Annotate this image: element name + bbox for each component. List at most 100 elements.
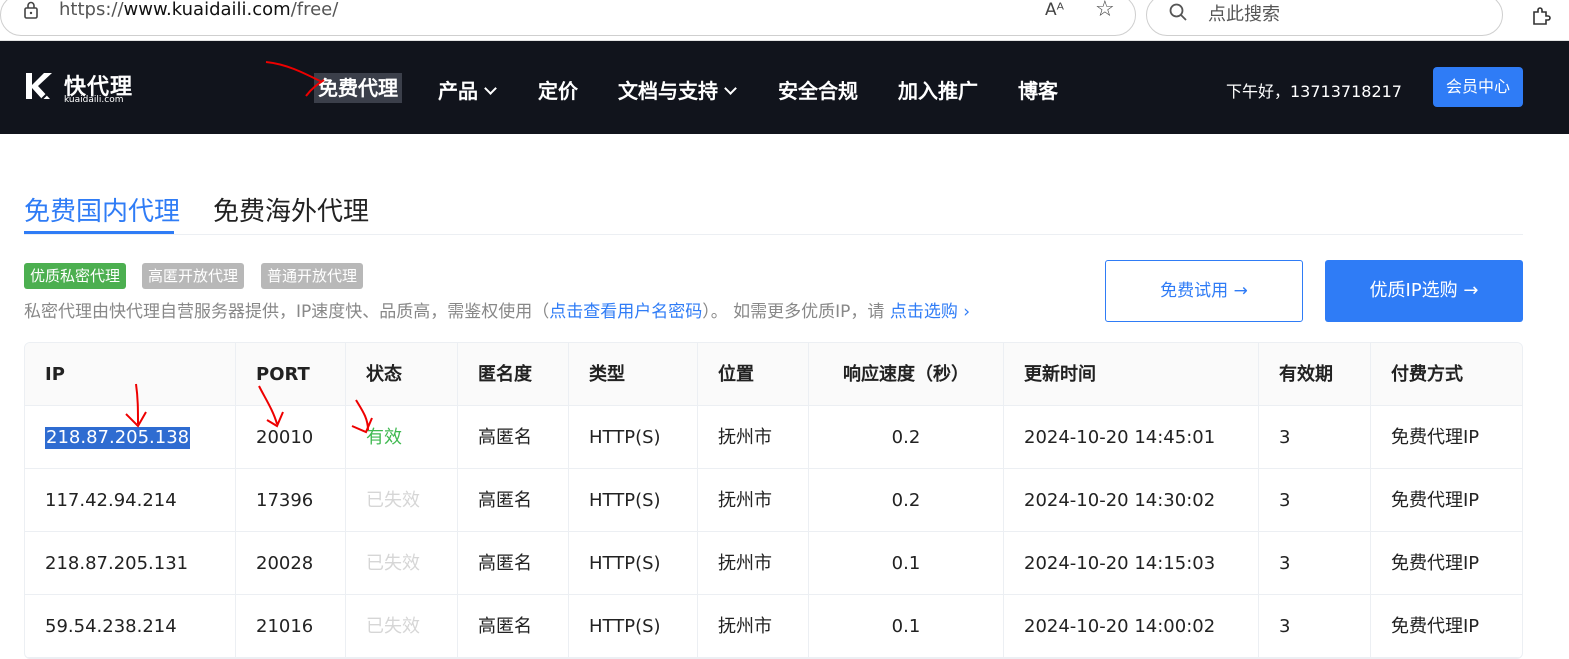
speed-cell: 0.1	[809, 595, 1004, 658]
favorite-star-icon[interactable]: ☆	[1095, 0, 1115, 22]
header-payment: 付费方式	[1391, 364, 1463, 385]
validity-cell: 3	[1259, 406, 1371, 469]
updated-cell: 2024-10-20 14:00:02	[1004, 595, 1259, 658]
ip-cell[interactable]: 59.54.238.214	[25, 595, 236, 658]
chevron-down-icon	[724, 82, 737, 95]
table-header-row: IP PORT 状态 匿名度 类型 位置 响应速度（秒） 更新时间 有效期 付费…	[25, 343, 1522, 406]
view-credentials-link[interactable]: 点击查看用户名密码	[549, 302, 702, 322]
status-cell: 有效	[346, 406, 458, 469]
anonymity-cell: 高匿名	[458, 595, 569, 658]
payment-cell: 免费代理IP	[1391, 553, 1480, 574]
header-updated-time: 更新时间	[1004, 343, 1259, 406]
nav-free-proxy[interactable]: 免费代理	[314, 73, 402, 103]
logo-k-icon	[26, 73, 52, 100]
header-status: 状态	[346, 343, 458, 406]
updated-cell: 2024-10-20 14:30:02	[1004, 469, 1259, 532]
anonymity-cell: 高匿名	[458, 532, 569, 595]
badge-open-proxy[interactable]: 普通开放代理	[261, 263, 364, 289]
header-ip: IP	[25, 343, 236, 406]
type-cell: HTTP(S)	[569, 406, 698, 469]
port-cell: 20028	[236, 532, 346, 595]
browser-search-box[interactable]: 点此搜索	[1146, 0, 1503, 36]
header-port: PORT	[236, 343, 346, 406]
table-row: 117.42.94.214 17396 已失效 高匿名 HTTP(S) 抚州市 …	[25, 469, 1522, 532]
desc-text-2: ）。 如需更多优质IP，请	[702, 302, 890, 322]
nav-blog[interactable]: 博客	[1018, 75, 1058, 104]
port-cell: 21016	[236, 595, 346, 658]
desc-text-1: 私密代理由快代理自营服务器提供，IP速度快、品质高，需鉴权使用（	[24, 302, 550, 322]
ip-cell[interactable]: 117.42.94.214	[25, 469, 236, 532]
updated-cell: 2024-10-20 14:45:01	[1004, 406, 1259, 469]
member-center-button[interactable]: 会员中心	[1433, 67, 1523, 107]
ip-value-selected[interactable]: 218.87.205.138	[45, 427, 191, 449]
lock-icon[interactable]	[23, 1, 39, 19]
table-row: 59.54.238.214 21016 已失效 高匿名 HTTP(S) 抚州市 …	[25, 595, 1522, 658]
payment-cell: 免费代理IP	[1391, 616, 1480, 637]
tab-divider	[24, 234, 1523, 235]
speed-cell: 0.2	[809, 469, 1004, 532]
table-row: 218.87.205.138 20010 有效 高匿名 HTTP(S) 抚州市 …	[25, 406, 1522, 469]
location-cell: 抚州市	[698, 406, 809, 469]
proxy-table: IP PORT 状态 匿名度 类型 位置 响应速度（秒） 更新时间 有效期 付费…	[24, 342, 1523, 659]
header-type: 类型	[569, 343, 698, 406]
url-domain: www.kuaidaili.com	[123, 0, 291, 20]
status-cell: 已失效	[346, 469, 458, 532]
type-cell: HTTP(S)	[569, 469, 698, 532]
location-cell: 抚州市	[698, 469, 809, 532]
nav-security[interactable]: 安全合规	[778, 75, 858, 104]
search-placeholder: 点此搜索	[1208, 4, 1280, 25]
chevron-down-icon	[484, 82, 497, 95]
header-location: 位置	[698, 343, 809, 406]
type-cell: HTTP(S)	[569, 532, 698, 595]
url-path: /free/	[290, 0, 339, 20]
status-cell: 已失效	[346, 595, 458, 658]
location-cell: 抚州市	[698, 595, 809, 658]
nav-affiliate[interactable]: 加入推广	[898, 75, 978, 104]
address-bar[interactable]: https://www.kuaidaili.com/free/ Aᴬ ☆	[0, 0, 1136, 36]
browser-toolbar: https://www.kuaidaili.com/free/ Aᴬ ☆ 点此搜…	[0, 0, 1569, 41]
extensions-icon[interactable]	[1530, 4, 1552, 26]
validity-cell: 3	[1259, 595, 1371, 658]
free-trial-button[interactable]: 免费试用 →	[1105, 260, 1303, 322]
badge-anonymous-proxy[interactable]: 高匿开放代理	[142, 263, 245, 289]
read-aloud-icon[interactable]: Aᴬ	[1045, 0, 1064, 20]
validity-cell: 3	[1259, 532, 1371, 595]
location-cell: 抚州市	[698, 532, 809, 595]
nav-products[interactable]: 产品	[438, 75, 497, 104]
buy-more-link[interactable]: 点击选购 ›	[890, 302, 970, 322]
status-cell: 已失效	[346, 532, 458, 595]
tab-domestic-proxy[interactable]: 免费国内代理	[24, 191, 180, 228]
validity-cell: 3	[1259, 469, 1371, 532]
header-response-speed: 响应速度（秒）	[809, 343, 1004, 406]
nav-docs-support[interactable]: 文档与支持	[618, 75, 737, 104]
header-validity: 有效期	[1259, 343, 1371, 406]
type-cell: HTTP(S)	[569, 595, 698, 658]
ip-cell[interactable]: 218.87.205.138	[25, 406, 236, 469]
header-anonymity: 匿名度	[458, 343, 569, 406]
table-row: 218.87.205.131 20028 已失效 高匿名 HTTP(S) 抚州市…	[25, 532, 1522, 595]
tab-overseas-proxy[interactable]: 免费海外代理	[213, 191, 369, 228]
search-icon	[1169, 3, 1187, 21]
badge-private-proxy[interactable]: 优质私密代理	[24, 263, 127, 289]
updated-cell: 2024-10-20 14:15:03	[1004, 532, 1259, 595]
logo-domain: kuaidaili.com	[64, 95, 124, 105]
port-cell: 20010	[236, 406, 346, 469]
anonymity-cell: 高匿名	[458, 406, 569, 469]
nav-pricing[interactable]: 定价	[538, 75, 578, 104]
port-cell: 17396	[236, 469, 346, 532]
user-greeting: 下午好，13713718217	[1226, 82, 1402, 101]
url-prefix: https://	[59, 0, 124, 20]
buy-premium-ip-button[interactable]: 优质IP选购 →	[1325, 260, 1523, 322]
payment-cell: 免费代理IP	[1391, 490, 1480, 511]
url-text[interactable]: https://www.kuaidaili.com/free/	[59, 0, 338, 20]
site-navbar: 快代理 kuaidaili.com 免费代理 产品 定价 文档与支持 安全合规 …	[0, 41, 1569, 134]
nav-docs-label: 文档与支持	[618, 79, 718, 103]
proxy-description: 私密代理由快代理自营服务器提供，IP速度快、品质高，需鉴权使用（点击查看用户名密…	[24, 297, 970, 322]
site-logo[interactable]: 快代理 kuaidaili.com	[24, 69, 164, 109]
nav-products-label: 产品	[438, 79, 478, 103]
ip-cell[interactable]: 218.87.205.131	[25, 532, 236, 595]
anonymity-cell: 高匿名	[458, 469, 569, 532]
speed-cell: 0.1	[809, 532, 1004, 595]
payment-cell: 免费代理IP	[1391, 427, 1480, 448]
speed-cell: 0.2	[809, 406, 1004, 469]
